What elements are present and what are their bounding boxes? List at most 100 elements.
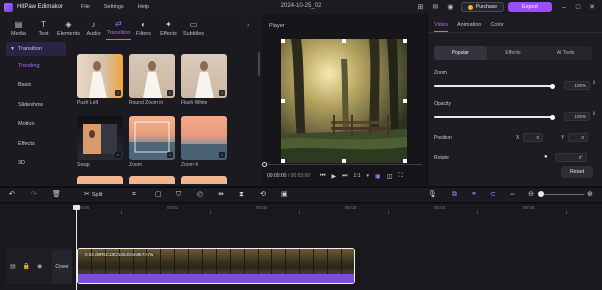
category-transition[interactable]: ⇄ Transition [106, 16, 131, 40]
ratio-select[interactable]: 1:1 [354, 173, 361, 179]
play-icon[interactable]: ▶ [332, 173, 337, 180]
timeline-zoom-slider[interactable] [544, 194, 584, 195]
tile-partial[interactable] [77, 176, 123, 184]
snap-icon[interactable]: ⧉ [452, 190, 457, 199]
download-icon[interactable]: ↓ [167, 152, 173, 158]
rotate-dial-icon[interactable]: ● [544, 154, 548, 160]
cover-button[interactable]: Cover [52, 250, 72, 284]
export-button[interactable]: Export [508, 2, 552, 12]
sidebar-item-effects[interactable]: Effects [6, 134, 66, 154]
category-media[interactable]: ▤ Media [6, 16, 31, 40]
screen-icon[interactable]: ▣ [281, 190, 288, 199]
opacity-slider-knob[interactable] [549, 114, 555, 120]
flip-horizontal-icon[interactable]: ⇹ [218, 190, 224, 199]
download-icon[interactable]: ↓ [115, 152, 121, 158]
previous-frame-icon[interactable]: ⏮ [320, 173, 325, 180]
tile-round-zoom-in[interactable]: ↓ [129, 54, 175, 98]
download-icon[interactable]: ↓ [167, 90, 173, 96]
feedback-icon[interactable]: ✉ [431, 3, 440, 12]
video-preview[interactable] [281, 39, 407, 163]
tile-zoom-4[interactable]: ↓ [181, 116, 227, 160]
sidebar-item-slideshow[interactable]: Slideshow [6, 95, 66, 115]
segment-popular[interactable]: Popular [434, 46, 487, 60]
resize-handle[interactable] [403, 39, 407, 43]
timeline-zoom-knob[interactable] [538, 191, 544, 197]
segment-effects[interactable]: Effects [487, 46, 540, 60]
reset-button[interactable]: Reset [561, 166, 593, 178]
stepper-icon[interactable]: ⇕ [592, 80, 596, 86]
video-clip[interactable]: 0:03 d8R5C18CN264Onn9E7A7w [77, 248, 355, 284]
eye-icon[interactable]: ◉ [37, 263, 42, 270]
category-subtitles[interactable]: ▭ Subtitles [181, 16, 206, 40]
chevron-right-icon[interactable]: › [247, 22, 249, 29]
timeline-ruler[interactable]: 00:00 00:01 00:02 00:03 00:04 00:05 [76, 204, 602, 214]
shield-icon[interactable]: ⛉ [176, 190, 181, 199]
playback-scrubber[interactable] [262, 162, 267, 167]
link-icon[interactable]: ⚭ [471, 190, 477, 199]
speed-icon[interactable]: ◴ [197, 190, 203, 199]
playback-progress-track[interactable] [264, 164, 422, 165]
maximize-icon[interactable]: □ [574, 4, 582, 11]
rotate-value-input[interactable]: 0° [555, 153, 587, 162]
position-x-input[interactable]: 0 [523, 133, 543, 142]
lock-icon[interactable]: 🔒 [23, 263, 30, 270]
snapshot-icon[interactable]: ◫ [387, 173, 393, 180]
gift-icon[interactable]: ⊞ [416, 3, 425, 12]
purchase-button[interactable]: Purchase [460, 2, 504, 12]
sidebar-item-3d[interactable]: 3D [6, 154, 66, 174]
close-icon[interactable]: ✕ [588, 3, 596, 11]
track-visibility-icon[interactable]: ▤ [10, 263, 16, 270]
minimize-icon[interactable]: – [560, 4, 568, 11]
category-text[interactable]: T Text [31, 16, 56, 40]
category-audio[interactable]: ♪ Audio [81, 16, 106, 40]
menu-settings[interactable]: Settings [104, 4, 124, 10]
tab-video[interactable]: Video [434, 22, 448, 32]
download-icon[interactable]: ↓ [219, 90, 225, 96]
library-scrollbar[interactable] [258, 52, 260, 76]
menu-help[interactable]: Help [138, 4, 149, 10]
position-y-input[interactable]: 0 [568, 133, 588, 142]
resize-handle[interactable] [403, 159, 407, 163]
resize-handle[interactable] [342, 39, 346, 43]
undo-icon[interactable]: ↶ [9, 190, 15, 199]
sidebar-item-basic[interactable]: Basic [6, 76, 66, 96]
crop-tool-icon[interactable]: ⌗ [132, 190, 136, 199]
chevron-down-icon[interactable]: ▾ [367, 173, 370, 179]
sidebar-item-trending[interactable]: Trending [6, 56, 66, 76]
resize-handle[interactable] [342, 159, 346, 163]
resize-handle[interactable] [281, 159, 285, 163]
tile-push-left[interactable]: ↓ [77, 54, 123, 98]
playhead-handle[interactable] [73, 205, 80, 210]
zoom-slider[interactable] [434, 85, 552, 87]
delete-icon[interactable]: 🗑 [52, 190, 61, 199]
segment-ai-tools[interactable]: AI Tools [539, 46, 592, 60]
zoom-in-icon[interactable]: ⊕ [587, 190, 593, 199]
stepper-icon[interactable]: ⇕ [592, 111, 596, 117]
download-icon[interactable]: ↓ [219, 152, 225, 158]
tile-swap[interactable]: ↓ [77, 116, 123, 160]
tab-color[interactable]: Color [490, 22, 503, 32]
mirror-icon[interactable]: ⧗ [239, 190, 244, 199]
crop-icon[interactable]: ▣ [375, 173, 381, 180]
sidebar-item-motion[interactable]: Motion [6, 115, 66, 135]
tab-animation[interactable]: Animation [457, 22, 481, 32]
tile-flash-white[interactable]: ↓ [181, 54, 227, 98]
freeze-frame-icon[interactable]: ▢ [155, 190, 162, 199]
rotate-tool-icon[interactable]: ⟲ [260, 190, 266, 199]
resize-handle[interactable] [403, 99, 407, 103]
redo-icon[interactable]: ↷ [31, 190, 37, 199]
tile-zoom[interactable]: ↓ [129, 116, 175, 160]
fit-timeline-icon[interactable]: ⇔ [509, 190, 516, 199]
category-effects[interactable]: ✦ Effects [156, 16, 181, 40]
download-icon[interactable]: ↓ [115, 90, 121, 96]
category-elements[interactable]: ◈ Elements [56, 16, 81, 40]
sidebar-header[interactable]: ▼ Transition [6, 42, 66, 56]
resize-handle[interactable] [281, 39, 285, 43]
opacity-slider[interactable] [434, 116, 552, 118]
tile-partial[interactable] [181, 176, 227, 184]
zoom-slider-knob[interactable] [549, 83, 555, 89]
opacity-value-input[interactable]: 100% [564, 112, 590, 121]
zoom-value-input[interactable]: 100% [564, 81, 590, 90]
category-filters[interactable]: ◐ Filters [131, 16, 156, 40]
playhead-line[interactable] [76, 206, 77, 290]
